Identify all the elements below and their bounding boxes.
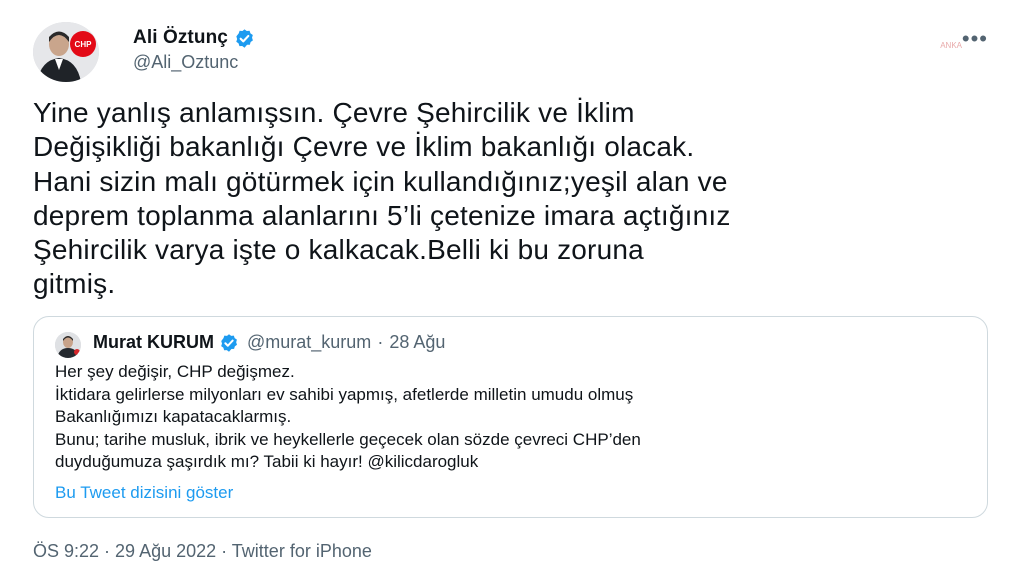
author-avatar-image: CHP: [33, 22, 99, 82]
quoted-separator: ·: [377, 332, 384, 352]
quoted-text: Her şey değişir, CHP değişmez. İktidara …: [55, 362, 641, 472]
watermark-logo: ANKA: [940, 41, 962, 50]
author-avatar[interactable]: CHP: [33, 22, 99, 82]
show-thread-link[interactable]: Bu Tweet dizisini göster: [55, 483, 233, 503]
quoted-date[interactable]: 28 Ağu: [389, 332, 445, 353]
quoted-tweet[interactable]: Murat KURUM @murat_kurum · 28 Ağu Her şe…: [33, 316, 988, 518]
tweet-text: Yine yanlış anlamışsın. Çevre Şehircilik…: [33, 97, 731, 300]
author-name[interactable]: Ali Öztunç: [133, 27, 255, 49]
author-name-text: Ali Öztunç: [133, 27, 228, 48]
quoted-author-handle[interactable]: @murat_kurum: [247, 332, 371, 353]
tweet-timestamp[interactable]: ÖS 9:22 · 29 Ağu 2022 · Twitter for iPho…: [33, 541, 372, 562]
quoted-avatar-image: [55, 332, 81, 358]
quoted-header: Murat KURUM @murat_kurum · 28 Ağu: [93, 332, 445, 353]
verified-badge-icon: [236, 28, 253, 48]
author-handle[interactable]: @Ali_Oztunc: [133, 52, 238, 73]
avatar-badge-text: CHP: [75, 40, 93, 49]
quoted-author-avatar[interactable]: [55, 332, 81, 358]
tweet: CHP Ali Öztunç @Ali_Oztunc ANKA ••• Yine…: [0, 0, 1024, 576]
more-horizontal-icon[interactable]: •••: [962, 28, 988, 50]
verified-badge-icon: [221, 333, 237, 352]
quoted-author-name[interactable]: Murat KURUM: [93, 332, 214, 353]
